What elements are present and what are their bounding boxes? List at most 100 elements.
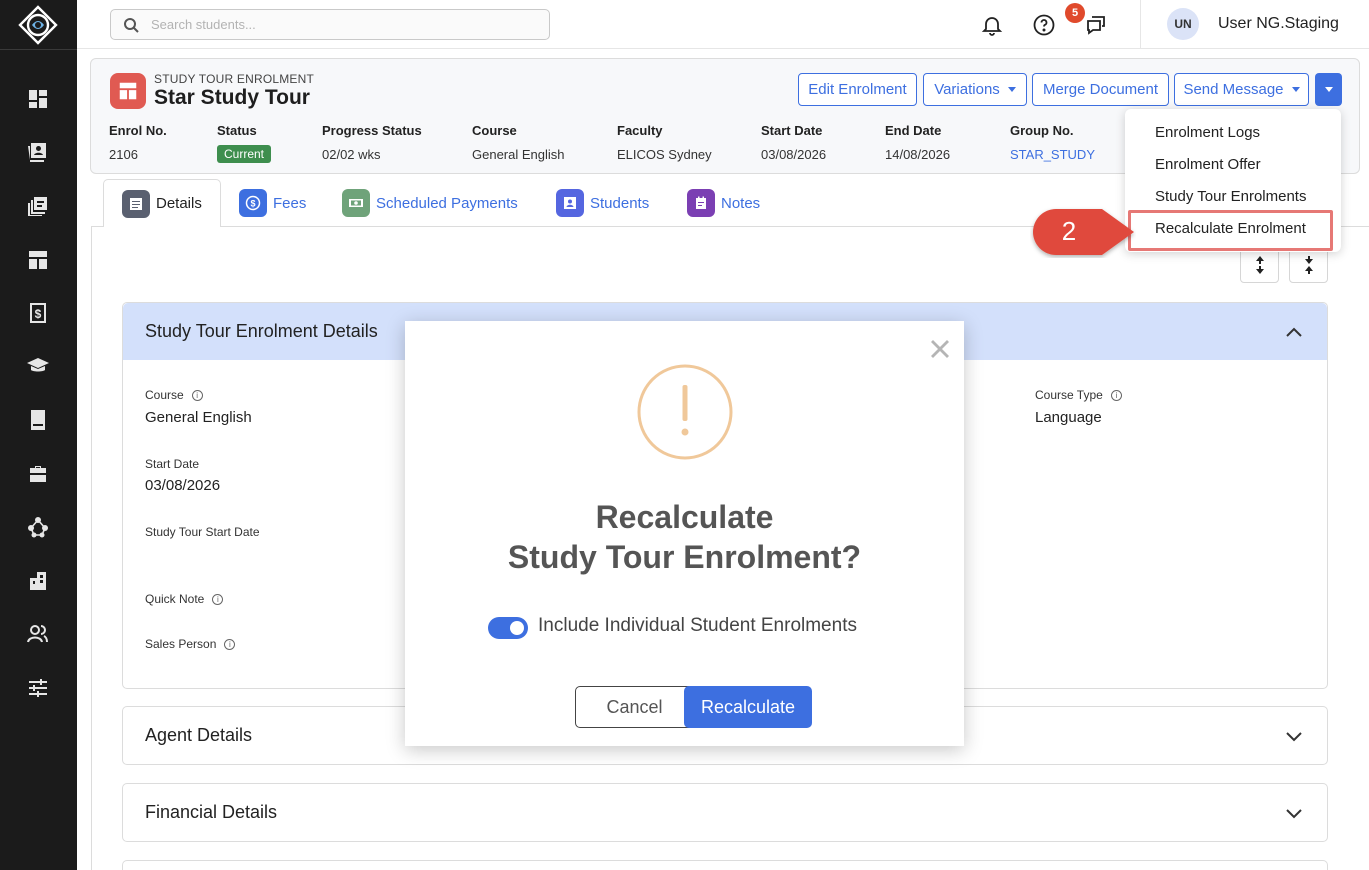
dialog-title-line2: Study Tour Enrolment?	[507, 539, 862, 575]
meta-label-status: Status	[217, 123, 257, 138]
tab-notes-label: Notes	[721, 194, 761, 212]
tab-scheduled-payments-label: Scheduled Payments	[376, 194, 518, 212]
group-no-link[interactable]: STAR_STUDY	[1010, 147, 1095, 162]
app-logo-icon[interactable]	[18, 5, 58, 45]
search-icon	[124, 17, 139, 33]
notes-icon	[687, 189, 715, 217]
meta-label-end-date: End Date	[885, 123, 942, 138]
tab-notes[interactable]: Notes	[687, 179, 760, 227]
meta-label-course: Course	[472, 123, 517, 138]
section-title: Agent Details	[145, 725, 253, 745]
chevron-down-icon	[1007, 87, 1016, 92]
dollar-icon: $	[239, 189, 267, 217]
tab-scheduled-payments[interactable]: Scheduled Payments	[342, 179, 518, 227]
meta-value-faculty: ELICOS Sydney	[617, 147, 712, 162]
user-name[interactable]: User NG.Staging	[1218, 15, 1339, 33]
layout-icon[interactable]	[24, 246, 52, 274]
chevron-down-icon	[1324, 87, 1333, 92]
info-icon[interactable]: i	[191, 389, 203, 401]
menu-item-enrolment-offer[interactable]: Enrolment Offer	[1155, 156, 1261, 173]
next-section	[122, 860, 1328, 870]
top-bar: 5 UN User NG.Staging	[77, 0, 1369, 49]
cash-icon	[342, 189, 370, 217]
chevron-down-icon[interactable]	[1285, 804, 1303, 822]
highlight-box	[1128, 210, 1333, 251]
course-value: General English	[145, 409, 252, 426]
status-badge: Current	[217, 145, 272, 163]
warning-icon	[637, 364, 733, 460]
include-students-label[interactable]: Include Individual Student Enrolments	[538, 615, 857, 637]
course-label: Course i	[145, 388, 203, 402]
chevron-down-icon	[1291, 87, 1300, 92]
meta-label-start-date: Start Date	[761, 123, 823, 138]
tab-students-label: Students	[590, 194, 650, 212]
graduation-cap-icon[interactable]	[24, 352, 52, 380]
sidebar-divider	[0, 49, 77, 50]
enrolments-icon[interactable]	[24, 192, 52, 220]
send-message-button[interactable]: Send Message	[1174, 73, 1309, 106]
tab-details[interactable]: Details	[103, 179, 221, 227]
meta-value-enrol-no: 2106	[109, 147, 138, 162]
meta-value-progress: 02/02 wks	[322, 147, 381, 162]
menu-item-study-tour-enrolments[interactable]: Study Tour Enrolments	[1155, 188, 1306, 205]
close-icon[interactable]	[929, 338, 951, 360]
dashboard-icon[interactable]	[24, 85, 52, 113]
sales-person-label: Sales Person i	[145, 637, 236, 651]
more-actions-button[interactable]	[1315, 73, 1342, 106]
svg-text:$: $	[35, 307, 42, 321]
recalculate-button[interactable]: Recalculate	[684, 686, 812, 728]
tab-students[interactable]: Students	[556, 179, 649, 227]
start-date-label: Start Date	[145, 457, 200, 471]
tour-start-date-label: Study Tour Start Date	[145, 525, 260, 539]
details-icon	[122, 189, 150, 218]
help-icon[interactable]	[1031, 12, 1057, 38]
include-students-toggle[interactable]	[488, 617, 528, 639]
meta-label-faculty: Faculty	[617, 123, 663, 138]
student-card-icon	[556, 189, 584, 217]
meta-value-course: General English	[472, 147, 565, 162]
tab-fees[interactable]: $ Fees	[239, 179, 306, 227]
financial-details-section[interactable]: Financial Details	[122, 783, 1328, 842]
tab-details-label: Details	[156, 195, 202, 212]
user-avatar[interactable]: UN	[1167, 8, 1199, 40]
building-icon[interactable]	[24, 567, 52, 595]
cancel-button[interactable]: Cancel	[575, 686, 694, 728]
notification-bell-icon[interactable]	[979, 12, 1005, 38]
svg-text:$: $	[250, 199, 255, 209]
expand-arrows-icon	[1255, 256, 1264, 274]
search-input[interactable]	[151, 17, 531, 32]
section-title: Financial Details	[145, 802, 278, 822]
menu-item-enrolment-logs[interactable]: Enrolment Logs	[1155, 124, 1260, 141]
merge-document-button[interactable]: Merge Document	[1032, 73, 1169, 106]
section-header[interactable]: Financial Details	[123, 784, 1327, 841]
info-icon[interactable]: i	[224, 638, 236, 650]
course-type-value: Language	[1035, 409, 1102, 426]
messages-icon[interactable]	[1083, 12, 1109, 38]
finance-icon[interactable]: $	[24, 299, 52, 327]
chevron-up-icon[interactable]	[1285, 323, 1303, 341]
meta-value-end-date: 14/08/2026	[885, 147, 951, 162]
dialog-title-line1: Recalculate	[595, 499, 774, 535]
users-icon[interactable]	[24, 620, 52, 648]
collapse-all-button[interactable]	[1289, 247, 1328, 283]
collapse-arrows-icon	[1304, 256, 1313, 274]
chevron-down-icon[interactable]	[1285, 727, 1303, 745]
meta-label-group-no: Group No.	[1010, 123, 1074, 138]
edit-enrolment-button[interactable]: Edit Enrolment	[798, 73, 917, 106]
callout-number: 2	[1062, 216, 1076, 246]
search-box[interactable]	[110, 9, 550, 40]
start-date-value: 03/08/2026	[145, 477, 221, 494]
network-icon[interactable]	[24, 513, 52, 541]
student-profile-icon[interactable]	[24, 138, 52, 166]
variations-button[interactable]: Variations	[923, 73, 1027, 106]
briefcase-icon[interactable]	[24, 460, 52, 488]
book-icon[interactable]	[24, 406, 52, 434]
recalculate-dialog: Recalculate Study Tour Enrolment? Includ…	[405, 321, 964, 746]
info-icon[interactable]: i	[1110, 389, 1122, 401]
quick-note-label: Quick Note i	[145, 592, 224, 606]
info-icon[interactable]: i	[212, 593, 224, 605]
settings-sliders-icon[interactable]	[24, 674, 52, 702]
meta-value-start-date: 03/08/2026	[761, 147, 827, 162]
expand-all-button[interactable]	[1240, 247, 1279, 283]
section-title: Study Tour Enrolment Details	[145, 321, 378, 341]
